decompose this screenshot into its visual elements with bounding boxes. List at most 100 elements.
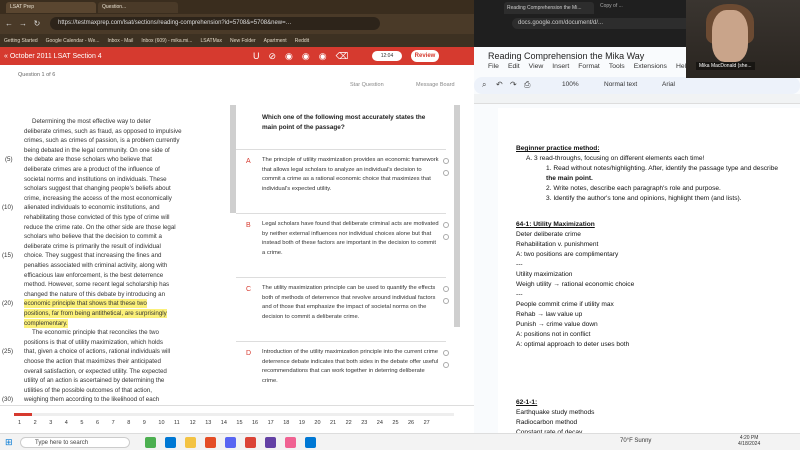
doc-title[interactable]: Reading Comprehension the Mika Way [488,51,644,61]
choice-options-icon[interactable] [443,350,449,356]
bookmark[interactable]: Getting Started [4,38,38,44]
bookmark[interactable]: Inbox - Mail [107,38,133,44]
question-number-8[interactable]: 8 [127,420,130,426]
strike-icon[interactable]: ⊘ [269,50,277,62]
bookmark[interactable]: Reddit [295,38,309,44]
bookmark[interactable]: Apartment [264,38,287,44]
question-number-22[interactable]: 22 [346,420,352,426]
underline-icon[interactable]: U [253,50,260,62]
browser-tab[interactable]: Copy of ... [600,3,670,9]
passage-line: utility of an action is ascertained by d… [24,377,165,385]
question-number-13[interactable]: 13 [205,420,211,426]
bookmark[interactable]: New Folder [230,38,256,44]
message-board-button[interactable]: Message Board [416,82,455,88]
question-number-18[interactable]: 18 [283,420,289,426]
highlight-orange-icon[interactable]: ◉ [319,50,327,62]
font-select[interactable]: Arial [662,81,675,88]
doc-page[interactable]: Beginner practice method: A. 3 read-throu… [498,108,800,433]
choice-options-icon[interactable] [443,222,449,228]
highlight-yellow-icon[interactable]: ◉ [285,50,293,62]
question-number-27[interactable]: 27 [424,420,430,426]
question-number-25[interactable]: 25 [392,420,398,426]
question-number-7[interactable]: 7 [112,420,115,426]
discord-icon[interactable] [225,437,236,448]
bookmark[interactable]: Google Calendar - We... [46,38,100,44]
question-number-23[interactable]: 23 [361,420,367,426]
question-number-19[interactable]: 19 [299,420,305,426]
question-number-9[interactable]: 9 [143,420,146,426]
passage-line: overall satisfaction, or expected utilit… [24,367,167,375]
chrome-icon[interactable] [245,437,256,448]
answer-choice[interactable]: B Legal scholars have found that delibera… [236,213,449,277]
taskbar-search[interactable]: Type here to search [20,437,130,448]
eraser-icon[interactable]: ⌫ [336,50,349,62]
search-icon[interactable]: ⌕ [482,80,486,90]
menu-extensions[interactable]: Extensions [634,63,667,70]
menu-view[interactable]: View [529,63,544,70]
section-title[interactable]: « October 2011 LSAT Section 4 [4,53,102,60]
url-input[interactable]: docs.google.com/document/d/... [512,18,692,29]
zoom-select[interactable]: 100% [562,81,579,88]
question-number-20[interactable]: 20 [314,420,320,426]
question-number-3[interactable]: 3 [49,420,52,426]
firefox-icon[interactable] [205,437,216,448]
menu-edit[interactable]: Edit [508,63,520,70]
style-select[interactable]: Normal text [604,81,637,88]
url-input[interactable]: https://testmaxprep.com/lsat/sections/re… [50,17,380,30]
answer-choice[interactable]: D Introduction of the utility maximizatio… [236,341,449,405]
redo-icon[interactable]: ↷ [510,80,517,89]
choice-eliminate-icon[interactable] [443,170,449,176]
app-icon[interactable] [145,437,156,448]
doc-heading: 64-1: Utility Maximization [516,221,595,228]
timer[interactable]: 12:04 [372,51,402,61]
weather-widget[interactable]: 70°F Sunny [620,438,651,444]
reload-icon[interactable]: ↻ [32,19,42,29]
question-number-14[interactable]: 14 [221,420,227,426]
answer-choice[interactable]: A The principle of utility maximization p… [236,149,449,213]
menu-file[interactable]: File [488,63,499,70]
question-number-2[interactable]: 2 [34,420,37,426]
menu-format[interactable]: Format [578,63,600,70]
star-question-button[interactable]: Star Question [350,82,384,88]
answer-choice[interactable]: C The utility maximization principle can … [236,277,449,341]
question-number-17[interactable]: 17 [268,420,274,426]
question-number-6[interactable]: 6 [96,420,99,426]
browser-tab[interactable]: Reading Comprehension the Mi... [504,2,594,14]
question-number-26[interactable]: 26 [408,420,414,426]
choice-eliminate-icon[interactable] [443,362,449,368]
question-number-5[interactable]: 5 [80,420,83,426]
question-scrollbar[interactable] [454,105,460,327]
question-number-10[interactable]: 10 [158,420,164,426]
highlight-pink-icon[interactable]: ◉ [302,50,310,62]
clock[interactable]: 4:20 PM 4/18/2024 [738,435,760,447]
question-number-4[interactable]: 4 [65,420,68,426]
bookmark[interactable]: Inbox (609) - mika.mi... [141,38,192,44]
question-number-11[interactable]: 11 [174,420,180,426]
question-number-15[interactable]: 15 [236,420,242,426]
print-icon[interactable]: ⎙ [524,80,530,90]
question-number-16[interactable]: 16 [252,420,258,426]
browser-tab[interactable]: LSAT Prep [6,2,96,13]
back-icon[interactable]: ← [4,19,14,29]
choice-options-icon[interactable] [443,158,449,164]
menu-tools[interactable]: Tools [609,63,625,70]
app-icon[interactable] [265,437,276,448]
obs-icon[interactable] [285,437,296,448]
choice-eliminate-icon[interactable] [443,234,449,240]
menu-insert[interactable]: Insert [552,63,569,70]
question-number-21[interactable]: 21 [330,420,336,426]
question-number-12[interactable]: 12 [190,420,196,426]
question-number-24[interactable]: 24 [377,420,383,426]
review-button[interactable]: Review [411,50,439,62]
forward-icon[interactable]: → [18,19,28,29]
undo-icon[interactable]: ↶ [496,80,503,89]
file-explorer-icon[interactable] [185,437,196,448]
edge-icon[interactable] [165,437,176,448]
windows-start-icon[interactable]: ⊞ [5,437,13,447]
bookmark[interactable]: LSATMax [200,38,222,44]
question-number-1[interactable]: 1 [18,420,21,426]
media-icon[interactable] [305,437,316,448]
choice-eliminate-icon[interactable] [443,298,449,304]
choice-options-icon[interactable] [443,286,449,292]
browser-tab[interactable]: Question... [98,2,178,13]
